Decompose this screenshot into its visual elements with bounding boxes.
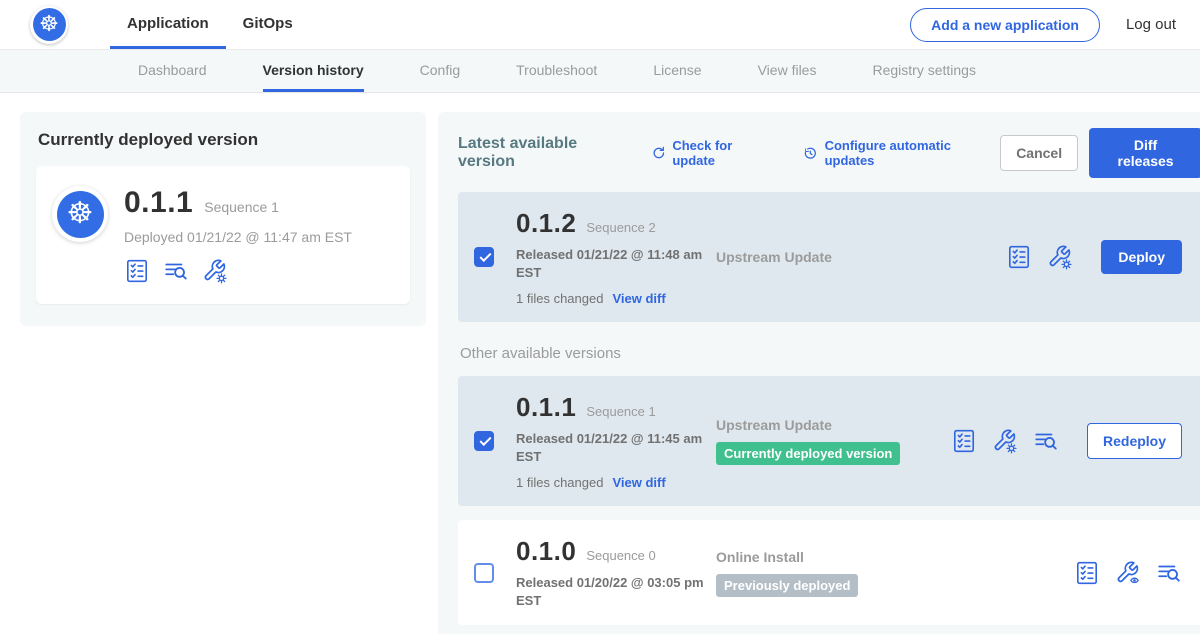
version-source: Online Install (716, 549, 951, 565)
previously-deployed-badge: Previously deployed (716, 574, 858, 597)
files-changed: 1 files changed (516, 475, 603, 490)
version-source: Upstream Update (716, 417, 951, 433)
tab-registry-settings[interactable]: Registry settings (872, 50, 975, 92)
currently-deployed-panel: Currently deployed version ☸ 0.1.1 Seque… (20, 112, 426, 326)
app-icon: ☸ (52, 186, 108, 242)
main-content: Currently deployed version ☸ 0.1.1 Seque… (0, 93, 1200, 634)
version-sequence: Sequence 2 (586, 220, 655, 235)
checklist-icon[interactable] (1006, 244, 1032, 270)
version-row-0-1-0: 0.1.0 Sequence 0 Released 01/20/22 @ 03:… (458, 520, 1200, 625)
tab-license[interactable]: License (653, 50, 701, 92)
file-search-icon[interactable] (1033, 428, 1059, 454)
file-search-icon[interactable] (1156, 560, 1182, 586)
currently-deployed-title: Currently deployed version (38, 130, 410, 150)
tab-troubleshoot[interactable]: Troubleshoot (516, 50, 597, 92)
version-checkbox[interactable] (474, 563, 494, 583)
version-number: 0.1.0 (516, 536, 576, 567)
version-row-0-1-2: 0.1.2 Sequence 2 Released 01/21/22 @ 11:… (458, 192, 1200, 322)
tab-config[interactable]: Config (420, 50, 460, 92)
version-sequence: Sequence 1 (586, 404, 655, 419)
checklist-icon[interactable] (1074, 560, 1100, 586)
app-section-tabs: Dashboard Version history Config Trouble… (0, 50, 1200, 93)
deployed-sequence: Sequence 1 (204, 199, 279, 215)
version-number: 0.1.1 (516, 392, 576, 423)
kubernetes-logo: ☸ (30, 6, 68, 44)
tab-dashboard[interactable]: Dashboard (138, 50, 207, 92)
wrench-gear-icon[interactable] (992, 428, 1018, 454)
version-row-0-1-1: 0.1.1 Sequence 1 Released 01/21/22 @ 11:… (458, 376, 1200, 506)
wrench-gear-icon[interactable] (1047, 244, 1073, 270)
clock-refresh-icon (802, 145, 819, 162)
released-timestamp: Released 01/20/22 @ 03:05 pm EST (516, 574, 706, 609)
currently-deployed-badge: Currently deployed version (716, 442, 900, 465)
configure-automatic-updates-link[interactable]: Configure automatic updates (802, 138, 1000, 168)
file-search-icon[interactable] (163, 258, 189, 284)
checklist-icon[interactable] (951, 428, 977, 454)
wrench-gear-icon[interactable] (202, 258, 228, 284)
latest-available-title: Latest available version (458, 135, 635, 171)
deployed-version-number: 0.1.1 (124, 186, 193, 220)
version-checkbox[interactable] (474, 431, 494, 451)
tab-version-history[interactable]: Version history (263, 50, 364, 92)
cancel-button[interactable]: Cancel (1000, 135, 1078, 171)
other-available-versions-label: Other available versions (460, 345, 1200, 362)
tab-application[interactable]: Application (110, 0, 226, 49)
deployed-version-card: ☸ 0.1.1 Sequence 1 Deployed 01/21/22 @ 1… (36, 166, 410, 304)
tab-view-files[interactable]: View files (758, 50, 817, 92)
deploy-button[interactable]: Deploy (1101, 240, 1182, 274)
check-for-update-link[interactable]: Check for update (651, 138, 776, 168)
diff-releases-button[interactable]: Diff releases (1089, 128, 1200, 178)
tab-gitops[interactable]: GitOps (226, 0, 310, 49)
wrench-eye-icon[interactable] (1115, 560, 1141, 586)
released-timestamp: Released 01/21/22 @ 11:48 am EST (516, 246, 706, 281)
version-sequence: Sequence 0 (586, 548, 655, 563)
version-source: Upstream Update (716, 249, 951, 265)
version-checkbox[interactable] (474, 247, 494, 267)
checklist-icon[interactable] (124, 258, 150, 284)
redeploy-button[interactable]: Redeploy (1087, 423, 1182, 459)
logout-link[interactable]: Log out (1126, 16, 1176, 33)
add-application-button[interactable]: Add a new application (910, 8, 1100, 42)
deployed-timestamp: Deployed 01/21/22 @ 11:47 am EST (124, 229, 352, 245)
view-diff-link[interactable]: View diff (612, 291, 665, 306)
view-diff-link[interactable]: View diff (612, 475, 665, 490)
released-timestamp: Released 01/21/22 @ 11:45 am EST (516, 430, 706, 465)
version-history-panel: Latest available version Check for updat… (438, 112, 1200, 634)
files-changed: 1 files changed (516, 291, 603, 306)
app-mode-tabs: Application GitOps (110, 0, 310, 49)
top-nav: ☸ Application GitOps Add a new applicati… (0, 0, 1200, 50)
version-number: 0.1.2 (516, 208, 576, 239)
refresh-icon (651, 145, 667, 161)
